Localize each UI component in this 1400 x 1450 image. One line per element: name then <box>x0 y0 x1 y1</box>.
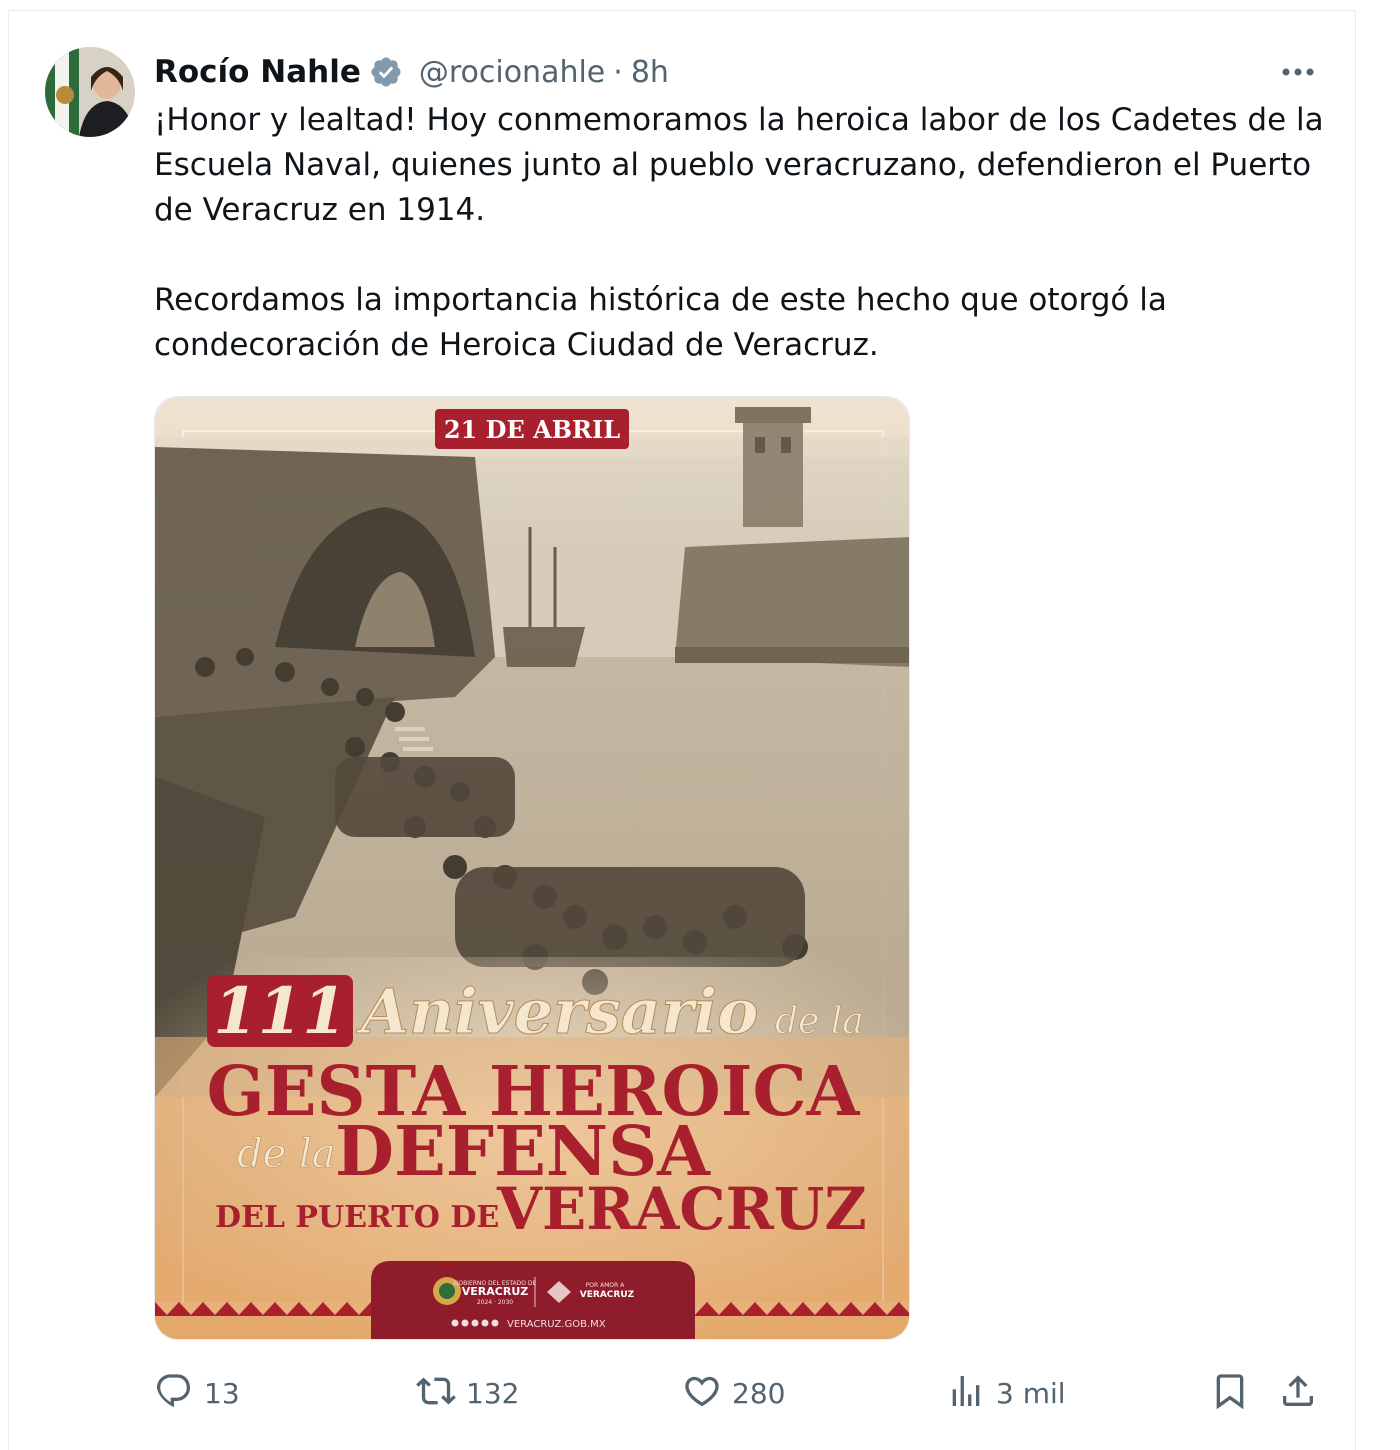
tweet-image[interactable]: 21 DE ABRIL 111 Aniversario de la GESTA … <box>154 396 910 1340</box>
gov-name: VERACRUZ <box>462 1285 528 1298</box>
views-button[interactable]: 3 mil <box>946 1366 1066 1420</box>
share-button[interactable] <box>1278 1366 1318 1420</box>
poster-number: 111 <box>213 974 347 1049</box>
gov-years: 2024 · 2030 <box>477 1299 513 1306</box>
poster-de-la-1: de la <box>775 1001 864 1042</box>
avatar[interactable] <box>45 47 135 137</box>
views-count: 3 mil <box>996 1376 1066 1410</box>
tweet-time[interactable]: 8h <box>631 55 669 90</box>
user-name[interactable]: Rocío Nahle <box>154 54 361 90</box>
like-count: 280 <box>732 1376 786 1410</box>
reply-count: 13 <box>204 1376 240 1410</box>
amor-name: VERACRUZ <box>580 1290 635 1300</box>
poster-website: VERACRUZ.GOB.MX <box>507 1319 606 1330</box>
reply-button[interactable]: 13 <box>154 1366 240 1420</box>
repost-button[interactable]: 132 <box>416 1366 519 1420</box>
repost-icon <box>416 1371 456 1415</box>
poster-de-la-2: de la <box>237 1131 336 1177</box>
repost-count: 132 <box>466 1376 520 1410</box>
poster-date: 21 DE ABRIL <box>444 415 620 444</box>
poster-image: 21 DE ABRIL 111 Aniversario de la GESTA … <box>155 397 909 1339</box>
date-badge: 21 DE ABRIL <box>435 409 629 449</box>
like-icon <box>682 1371 722 1415</box>
views-icon <box>946 1371 986 1415</box>
reply-icon <box>154 1371 194 1415</box>
like-button[interactable]: 280 <box>682 1366 785 1420</box>
share-icon <box>1278 1371 1318 1415</box>
poster-del-puerto: DEL PUERTO DE <box>215 1200 499 1235</box>
user-handle[interactable]: @rocionahle <box>419 55 605 90</box>
bookmark-button[interactable] <box>1210 1366 1250 1420</box>
avatar-image <box>45 47 135 137</box>
tweet-header: Rocío Nahle @rocionahle · 8h <box>154 50 669 94</box>
poster-aniversario: Aniversario <box>356 975 759 1048</box>
verified-badge-icon <box>369 55 403 89</box>
tweet-text: ¡Honor y lealtad! Hoy conmemoramos la he… <box>154 102 1324 363</box>
amor-line1: POR AMOR A <box>586 1282 625 1289</box>
gov-panel: GOBIERNO DEL ESTADO DE VERACRUZ 2024 · 2… <box>371 1261 695 1339</box>
more-icon[interactable] <box>1274 56 1322 88</box>
action-bar: 13 132 280 3 mil <box>0 1366 1400 1420</box>
bookmark-icon <box>1210 1371 1250 1415</box>
poster-veracruz: VERACRUZ <box>496 1175 867 1243</box>
header-separator: · <box>613 54 623 90</box>
